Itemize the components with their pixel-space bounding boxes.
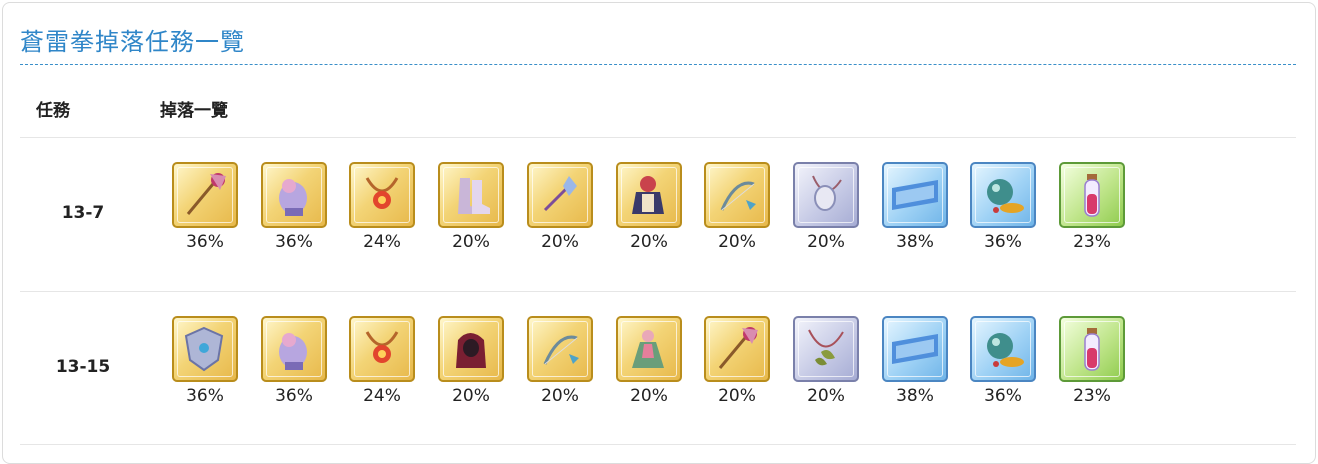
drop-rate: 20% (807, 386, 845, 406)
drop-rate: 36% (186, 232, 224, 252)
drop-rate: 23% (1073, 386, 1111, 406)
amulet-icon[interactable] (349, 316, 415, 382)
title-divider (20, 64, 1296, 65)
column-header-quest: 任務 (36, 101, 70, 121)
pendant-icon[interactable] (793, 162, 859, 228)
drop-rate: 36% (984, 386, 1022, 406)
armor-icon[interactable] (616, 162, 682, 228)
page-title: 蒼雷拳掉落任務一覽 (20, 28, 245, 56)
amulet-icon[interactable] (349, 162, 415, 228)
drop-rate: 20% (630, 386, 668, 406)
row-divider (20, 137, 1296, 138)
drop-rate: 20% (541, 386, 579, 406)
drop-rate: 20% (452, 232, 490, 252)
drop-rate: 38% (896, 232, 934, 252)
drop-rate: 36% (984, 232, 1022, 252)
drop-rate: 20% (807, 232, 845, 252)
wand-icon[interactable] (527, 162, 593, 228)
drop-rate: 36% (275, 232, 313, 252)
drop-rate: 36% (186, 386, 224, 406)
leaf-necklace-icon[interactable] (793, 316, 859, 382)
dress-icon[interactable] (616, 316, 682, 382)
row-divider (20, 291, 1296, 292)
drop-rate: 24% (363, 386, 401, 406)
drop-rate: 24% (363, 232, 401, 252)
bow-icon[interactable] (527, 316, 593, 382)
staff-icon[interactable] (172, 162, 238, 228)
drop-rate: 20% (718, 386, 756, 406)
column-header-drops: 掉落一覽 (160, 101, 228, 121)
gauntlet-icon[interactable] (261, 316, 327, 382)
shield-icon[interactable] (172, 316, 238, 382)
boots-icon[interactable] (438, 162, 504, 228)
quest-label: 13-15 (55, 357, 111, 377)
drop-rate: 20% (452, 386, 490, 406)
ticket-icon[interactable] (882, 316, 948, 382)
quest-label: 13-7 (61, 203, 105, 223)
drop-rate: 23% (1073, 232, 1111, 252)
mana-pot-icon[interactable] (970, 162, 1036, 228)
drop-rate: 36% (275, 386, 313, 406)
potion-vial-icon[interactable] (1059, 316, 1125, 382)
ticket-icon[interactable] (882, 162, 948, 228)
bow-icon[interactable] (704, 162, 770, 228)
potion-vial-icon[interactable] (1059, 162, 1125, 228)
staff-icon[interactable] (704, 316, 770, 382)
gauntlet-icon[interactable] (261, 162, 327, 228)
drop-rate: 20% (718, 232, 756, 252)
mana-pot-icon[interactable] (970, 316, 1036, 382)
drop-rate: 20% (541, 232, 579, 252)
row-divider (20, 444, 1296, 445)
drop-rate: 38% (896, 386, 934, 406)
hood-icon[interactable] (438, 316, 504, 382)
drop-rate: 20% (630, 232, 668, 252)
